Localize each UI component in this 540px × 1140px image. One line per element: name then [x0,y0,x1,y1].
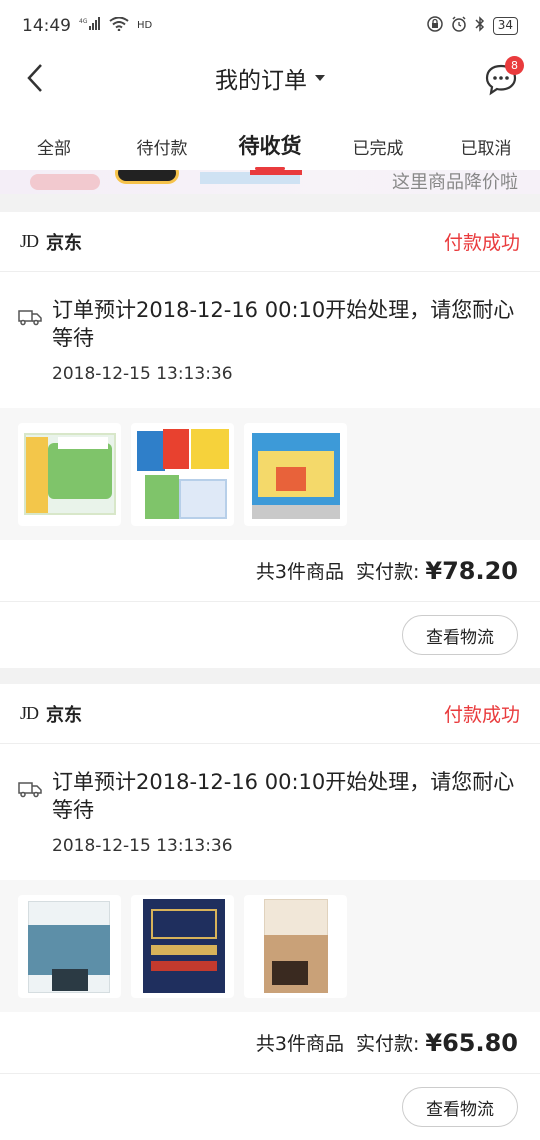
order-price: ¥78.20 [425,556,518,585]
tab-all[interactable]: 全部 [0,118,108,170]
back-button[interactable] [20,62,50,94]
message-count-badge: 8 [505,56,524,75]
order-tracking-info[interactable]: 订单预计2018-12-16 00:10开始处理，请您耐心等待 2018-12-… [0,744,540,880]
tab-completed[interactable]: 已完成 [324,118,432,170]
jd-logo: JD [20,231,39,251]
status-bar: 14:49 4G HD 34 [0,0,540,52]
shop-name[interactable]: 京东 [46,701,82,727]
lock-icon [426,15,443,37]
order-actions: 查看物流 [0,602,540,668]
product-image[interactable] [131,894,234,998]
product-image[interactable] [18,894,121,998]
banner-image [30,174,100,190]
caret-down-icon [315,75,325,81]
order-tabs: 全部 待付款 待收货 已完成 已取消 [0,118,540,170]
promo-banner[interactable]: 这里商品降价啦 [0,170,540,194]
header-spacer [0,104,540,118]
tracking-message: 订单预计2018-12-16 00:10开始处理，请您耐心等待 [52,770,515,822]
product-image[interactable] [244,894,347,998]
tracking-time: 2018-12-15 13:13:36 [52,836,233,856]
tab-cancelled[interactable]: 已取消 [432,118,540,170]
hd-label: HD [137,20,153,31]
order-total: 共3件商品 实付款: ¥65.80 [0,1012,540,1074]
page-title: 我的订单 [215,68,307,94]
navigation-bar: 我的订单 8 [0,52,540,104]
banner-text: 这里商品降价啦 [392,172,518,193]
product-thumbnails[interactable] [0,408,540,540]
wifi-icon [109,16,129,36]
product-thumbnails[interactable] [0,880,540,1012]
product-image[interactable] [18,422,121,526]
jd-logo: JD [20,703,39,723]
status-time: 14:49 [22,16,71,36]
truck-icon [18,308,42,330]
view-logistics-button[interactable]: 查看物流 [402,1087,518,1127]
tracking-message: 订单预计2018-12-16 00:10开始处理，请您耐心等待 [52,298,515,350]
item-count: 共3件商品 [255,561,344,583]
item-count: 共3件商品 [255,1033,344,1055]
order-price: ¥65.80 [425,1028,518,1057]
alarm-icon [451,15,467,37]
battery-indicator: 34 [492,17,518,35]
product-image[interactable] [244,422,347,526]
order-type-dropdown[interactable]: 我的订单 [215,61,325,95]
shop-name[interactable]: 京东 [46,229,82,255]
tab-pending-receipt[interactable]: 待收货 [216,118,324,170]
order-card[interactable]: JD 京东 付款成功 订单预计2018-12-16 00:10开始处理，请您耐心… [0,212,540,668]
order-card[interactable]: JD 京东 付款成功 订单预计2018-12-16 00:10开始处理，请您耐心… [0,684,540,1140]
message-button[interactable]: 8 [484,56,524,96]
svg-text:4G: 4G [79,18,88,25]
order-header: JD 京东 付款成功 [0,684,540,744]
tab-pending-payment[interactable]: 待付款 [108,118,216,170]
order-tracking-info[interactable]: 订单预计2018-12-16 00:10开始处理，请您耐心等待 2018-12-… [0,272,540,408]
chevron-left-icon [27,64,42,92]
view-logistics-button[interactable]: 查看物流 [402,615,518,655]
truck-icon [18,780,42,802]
order-status: 付款成功 [443,704,520,726]
signal-icon: 4G [79,16,101,36]
tracking-time: 2018-12-15 13:13:36 [52,364,233,384]
banner-image [250,170,302,175]
order-total: 共3件商品 实付款: ¥78.20 [0,540,540,602]
order-actions: 查看物流 [0,1074,540,1140]
bluetooth-icon [475,15,485,37]
product-image[interactable] [131,422,234,526]
paid-label: 实付款: [355,561,420,583]
order-status: 付款成功 [443,232,520,254]
paid-label: 实付款: [355,1033,420,1055]
order-header: JD 京东 付款成功 [0,212,540,272]
banner-image [115,170,179,184]
